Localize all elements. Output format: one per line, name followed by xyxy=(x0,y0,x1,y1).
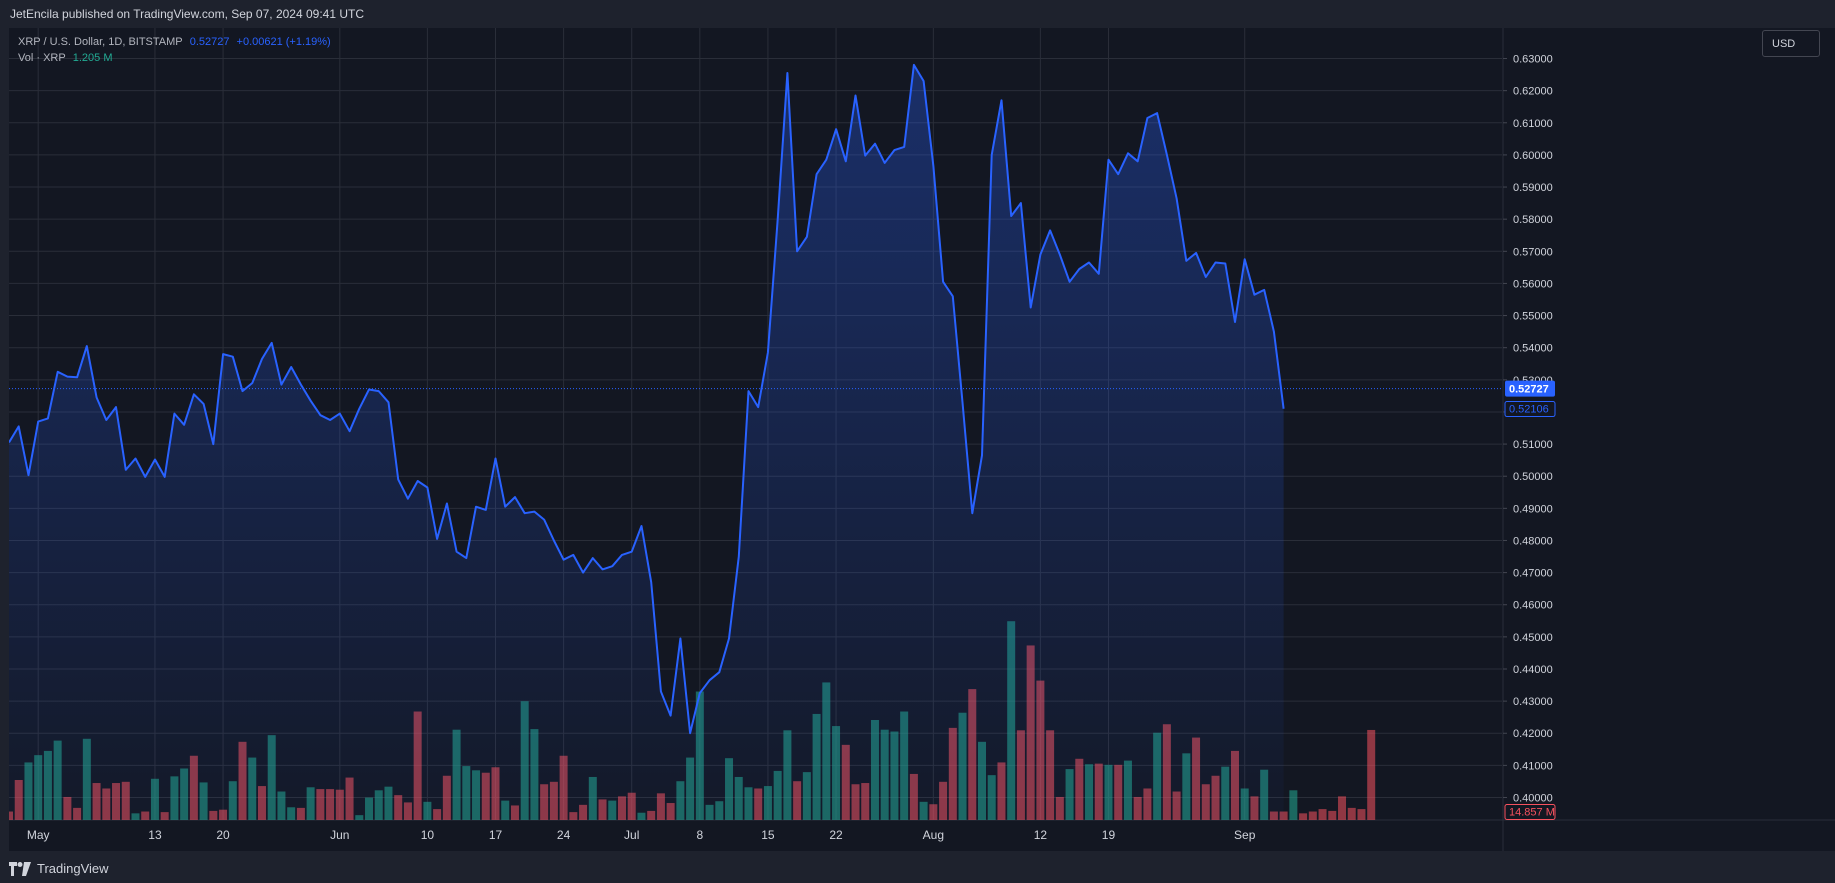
chart-legend: XRP / U.S. Dollar, 1D, BITSTAMP 0.52727 … xyxy=(18,34,335,66)
x-tick-label: 12 xyxy=(1034,828,1048,842)
publisher-bar: JetEncila published on TradingView.com, … xyxy=(0,0,1835,28)
volume-bar xyxy=(1338,796,1347,820)
volume-bar xyxy=(1367,729,1376,820)
price-chart-svg[interactable]: 0.63000 0.62000 0.61000 0.60000 0.59000 0.580… xyxy=(5,28,1835,851)
y-tick-label: 0.43000 xyxy=(1513,696,1553,708)
x-tick-label: 22 xyxy=(829,828,843,842)
y-tick-label: 0.61000 xyxy=(1513,118,1553,130)
y-tick-label: 0.44000 xyxy=(1513,664,1553,676)
chart-area[interactable]: 0.63000 0.62000 0.61000 0.60000 0.59000 0.580… xyxy=(5,28,1835,851)
volume-label: 14.857 M xyxy=(1509,807,1555,819)
price-axis-background xyxy=(1503,28,1835,851)
x-tick-label: Jun xyxy=(330,828,349,842)
y-tick-label: 0.45000 xyxy=(1513,632,1553,644)
footer-bar: TradingView xyxy=(0,853,1835,883)
y-tick-label: 0.42000 xyxy=(1513,728,1553,740)
y-tick-label: 0.62000 xyxy=(1513,86,1553,98)
legend-symbol: XRP / U.S. Dollar, 1D, BITSTAMP xyxy=(18,36,183,48)
y-tick-label: 0.47000 xyxy=(1513,568,1553,580)
publisher-text: JetEncila published on TradingView.com, … xyxy=(10,7,364,21)
volume-bar xyxy=(1318,809,1327,820)
volume-bar xyxy=(1308,811,1317,820)
y-tick-label: 0.60000 xyxy=(1513,150,1553,162)
y-tick-label: 0.49000 xyxy=(1513,503,1553,515)
legend-volume-label: Vol · XRP xyxy=(18,52,66,64)
legend-symbol-row: XRP / U.S. Dollar, 1D, BITSTAMP 0.52727 … xyxy=(18,34,335,50)
y-tick-label: 0.50000 xyxy=(1513,471,1553,483)
legend-change: +0.00621 (+1.19%) xyxy=(236,36,331,48)
y-tick-label: 0.59000 xyxy=(1513,182,1553,194)
x-tick-label: 10 xyxy=(421,828,435,842)
y-tick-label: 0.55000 xyxy=(1513,311,1553,323)
x-tick-label: 13 xyxy=(148,828,162,842)
currency-button[interactable]: USD xyxy=(1762,30,1820,57)
tradingview-logo[interactable]: TradingView xyxy=(9,861,109,876)
last-close-label: 0.52106 xyxy=(1509,404,1549,416)
volume-bar xyxy=(1347,807,1356,820)
x-tick-label: Aug xyxy=(923,828,944,842)
legend-price: 0.52727 xyxy=(189,36,230,48)
x-tick-label: 24 xyxy=(557,828,571,842)
y-tick-label: 0.54000 xyxy=(1513,343,1553,355)
volume-bar xyxy=(1357,809,1366,820)
y-tick-label: 0.63000 xyxy=(1513,54,1553,66)
y-tick-label: 0.46000 xyxy=(1513,600,1553,612)
x-tick-label: 19 xyxy=(1102,828,1116,842)
x-tick-label: 20 xyxy=(216,828,230,842)
y-tick-label: 0.41000 xyxy=(1513,760,1553,772)
footer-brand: TradingView xyxy=(37,861,109,876)
volume-bar xyxy=(1328,810,1337,820)
x-tick-label: May xyxy=(27,828,50,842)
volume-bar xyxy=(1289,790,1298,820)
x-tick-label: Jul xyxy=(624,828,639,842)
volume-bar xyxy=(1299,813,1308,820)
tradingview-logo-icon xyxy=(9,861,31,876)
y-tick-label: 0.58000 xyxy=(1513,214,1553,226)
y-tick-label: 0.40000 xyxy=(1513,793,1553,805)
legend-volume-row: Vol · XRP 1.205 M xyxy=(18,50,335,66)
y-tick-label: 0.56000 xyxy=(1513,278,1553,290)
y-tick-label: 0.51000 xyxy=(1513,439,1553,451)
current-price-label: 0.52727 xyxy=(1509,384,1549,396)
x-tick-label: Sep xyxy=(1234,828,1256,842)
x-tick-label: 17 xyxy=(489,828,503,842)
y-tick-label: 0.48000 xyxy=(1513,535,1553,547)
legend-volume-value: 1.205 M xyxy=(72,52,113,64)
y-tick-label: 0.57000 xyxy=(1513,246,1553,258)
x-tick-label: 15 xyxy=(761,828,775,842)
x-tick-label: 8 xyxy=(696,828,703,842)
